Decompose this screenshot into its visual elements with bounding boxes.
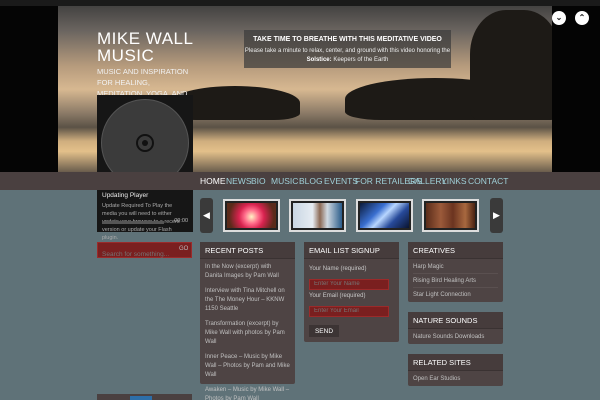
related-sites-list: Open Ear Studios xyxy=(408,371,503,390)
nav-blog[interactable]: BLOG xyxy=(299,172,323,190)
chevron-down-icon[interactable]: ⌄ xyxy=(552,11,566,25)
crystal-image xyxy=(360,203,409,228)
nav-events[interactable]: EVENTS xyxy=(324,172,358,190)
hero-left-shade xyxy=(0,0,58,172)
name-label: Your Name (required) xyxy=(309,266,367,272)
post-link[interactable]: Interview with Tina Mitchell on the The … xyxy=(205,287,290,314)
nav-news[interactable]: NEWS xyxy=(226,172,252,190)
nav-links[interactable]: LINKS xyxy=(442,172,467,190)
player-progress-bar[interactable] xyxy=(102,221,164,224)
recent-posts-panel: RECENT POSTS In the Now (excerpt) with D… xyxy=(200,242,295,400)
related-sites-panel: RELATED SITES Open Ear Studios xyxy=(408,354,503,386)
notice-body-text: Please take a minute to relax, center, a… xyxy=(244,48,451,54)
search-form xyxy=(97,242,192,262)
carousel-next-button[interactable]: ▶ xyxy=(490,198,503,233)
recent-posts-list: In the Now (excerpt) with Danita Images … xyxy=(200,259,295,400)
creatives-link[interactable]: Harp Magic xyxy=(413,260,498,274)
carousel-thumbnail[interactable] xyxy=(289,199,346,232)
carousel-thumbnail[interactable] xyxy=(223,199,280,232)
main-nav: HOME NEWS BIO MUSIC BLOG EVENTS FOR RETA… xyxy=(0,172,600,190)
post-link[interactable]: In the Now (excerpt) with Danita Images … xyxy=(205,263,290,281)
search-go-button[interactable]: GO xyxy=(179,246,188,252)
cd-disc-hole xyxy=(142,140,148,146)
related-sites-link[interactable]: Open Ear Studios xyxy=(413,372,498,386)
search-input[interactable] xyxy=(98,247,173,262)
flower-image xyxy=(227,203,276,228)
post-link[interactable]: Transformation (excerpt) by Mike Wall wi… xyxy=(205,320,290,347)
carousel-thumbnail[interactable] xyxy=(422,199,479,232)
wood-image xyxy=(426,203,475,228)
creatives-link[interactable]: Star Light Connection xyxy=(413,288,498,302)
hero-banner: MIKE WALL MUSIC MUSIC AND INSPIRATION FO… xyxy=(0,0,600,172)
nav-contact[interactable]: CONTACT xyxy=(468,172,508,190)
related-sites-heading: RELATED SITES xyxy=(408,354,503,371)
nav-bio[interactable]: BIO xyxy=(251,172,266,190)
notice-banner[interactable]: TAKE TIME TO BREATHE WITH THIS MEDITATIV… xyxy=(244,30,451,68)
creatives-panel: CREATIVES Harp Magic Rising Bird Healing… xyxy=(408,242,503,302)
name-field[interactable] xyxy=(309,278,389,290)
recent-posts-heading: RECENT POSTS xyxy=(200,242,295,259)
interview-image xyxy=(293,203,342,228)
post-link[interactable]: Awaken – Music by Mike Wall – Photos by … xyxy=(205,386,290,400)
email-signup-panel: EMAIL LIST SIGNUP Your Name (required) Y… xyxy=(304,242,399,342)
notice-title: TAKE TIME TO BREATHE WITH THIS MEDITATIV… xyxy=(253,36,442,43)
send-button[interactable]: SEND xyxy=(309,325,339,337)
notice-body: Please take a minute to relax, center, a… xyxy=(244,47,451,65)
carousel-prev-button[interactable]: ◀ xyxy=(200,198,213,233)
email-signup-heading: EMAIL LIST SIGNUP xyxy=(304,242,399,259)
nature-sounds-list: Nature Sounds Downloads xyxy=(408,329,503,348)
site-title[interactable]: MIKE WALL MUSIC xyxy=(97,30,217,64)
rock-silhouette xyxy=(470,10,560,120)
creatives-list: Harp Magic Rising Bird Healing Arts Star… xyxy=(408,259,503,306)
creatives-link[interactable]: Rising Bird Healing Arts xyxy=(413,274,498,288)
nature-sounds-heading: NATURE SOUNDS xyxy=(408,312,503,329)
email-label: Your Email (required) xyxy=(309,293,366,299)
chevron-up-icon[interactable]: ⌃ xyxy=(575,11,589,25)
nav-home[interactable]: HOME xyxy=(200,172,226,190)
hero-right-shade xyxy=(552,0,600,172)
creatives-heading: CREATIVES xyxy=(408,242,503,259)
post-link[interactable]: Inner Peace – Music by Mike Wall – Photo… xyxy=(205,353,290,380)
email-field[interactable] xyxy=(309,305,389,317)
audio-player: Updating Player Update Required To Play … xyxy=(97,95,193,241)
carousel-thumbnail[interactable] xyxy=(356,199,413,232)
social-share-icon[interactable] xyxy=(130,396,152,400)
notice-body-suffix: Keepers of the Earth xyxy=(333,57,389,63)
nature-sounds-link[interactable]: Nature Sounds Downloads xyxy=(413,330,498,344)
nature-sounds-panel: NATURE SOUNDS Nature Sounds Downloads xyxy=(408,312,503,344)
notice-body-bold: Solstice: xyxy=(306,57,332,63)
player-status: Updating Player xyxy=(102,192,149,199)
hero-top-frame xyxy=(0,0,600,6)
nav-music[interactable]: MUSIC xyxy=(271,172,298,190)
player-time: 00:00 xyxy=(174,218,188,224)
email-signup-form: Your Name (required) Your Email (require… xyxy=(304,259,399,342)
